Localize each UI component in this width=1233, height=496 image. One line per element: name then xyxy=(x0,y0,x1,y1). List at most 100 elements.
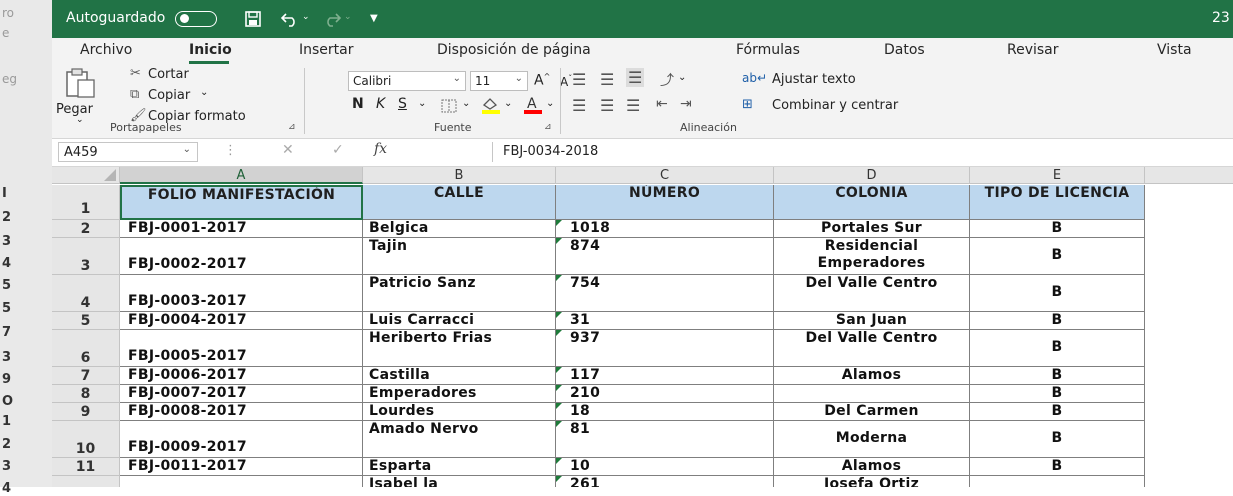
grid-cell-calle[interactable]: Tajin xyxy=(363,238,556,275)
save-icon[interactable] xyxy=(244,10,262,28)
grid-cell-numero[interactable]: 874 xyxy=(556,238,774,275)
borders-icon[interactable] xyxy=(440,98,460,114)
align-right-icon[interactable]: ☰ xyxy=(626,96,640,115)
grid-cell-folio[interactable]: FBJ-0007-2017 xyxy=(120,385,363,403)
grid-cell-colonia[interactable]: Alamos xyxy=(774,458,970,476)
grid-cell-numero[interactable]: 117 xyxy=(556,367,774,385)
font-size-select[interactable]: 11 ⌄ xyxy=(470,71,528,91)
font-color-icon[interactable]: A xyxy=(522,94,544,116)
grid-cell-colonia[interactable]: Del Valle Centro xyxy=(774,275,970,312)
align-center-icon[interactable]: ☰ xyxy=(600,96,614,115)
grid-cell-calle[interactable]: Patricio Sanz xyxy=(363,275,556,312)
header-cell[interactable]: NÚMERO xyxy=(556,185,774,220)
grid-cell-colonia[interactable]: Alamos xyxy=(774,367,970,385)
grid-cell-numero[interactable]: 31 xyxy=(556,312,774,330)
autosave-toggle[interactable] xyxy=(175,11,217,27)
row-header[interactable]: 11 xyxy=(52,458,120,476)
row-header[interactable]: 2 xyxy=(52,220,120,238)
grid-cell-numero[interactable]: 81 xyxy=(556,421,774,458)
grid-cell-colonia[interactable]: Josefa Ortiz xyxy=(774,476,970,487)
grid-cell-numero[interactable]: 210 xyxy=(556,385,774,403)
row-header[interactable]: 1 xyxy=(52,185,120,220)
tab-inicio[interactable]: Inicio xyxy=(189,42,232,58)
grid-cell-calle[interactable]: Amado Nervo xyxy=(363,421,556,458)
grid-cell-colonia[interactable]: San Juan xyxy=(774,312,970,330)
header-cell[interactable]: TIPO DE LICENCIA xyxy=(970,185,1145,220)
column-header-c[interactable]: C xyxy=(556,167,774,184)
grid-cell-tipo[interactable]: B xyxy=(970,403,1145,421)
grid-cell-colonia[interactable] xyxy=(774,385,970,403)
grid-cell-numero[interactable]: 1018 xyxy=(556,220,774,238)
grid-cell-numero[interactable]: 754 xyxy=(556,275,774,312)
cancel-icon[interactable]: ✕ xyxy=(282,142,294,158)
enter-icon[interactable]: ✓ xyxy=(332,142,344,158)
grid-cell-calle[interactable]: Belgica xyxy=(363,220,556,238)
grid-cell-tipo[interactable]: B xyxy=(970,421,1145,458)
grid-cell-folio[interactable]: FBJ-0006-2017 xyxy=(120,367,363,385)
grid-cell-tipo[interactable]: B xyxy=(970,367,1145,385)
align-bottom-icon[interactable]: ☰ xyxy=(626,68,645,87)
grid-cell-colonia[interactable]: Portales Sur xyxy=(774,220,970,238)
row-header[interactable]: 6 xyxy=(52,330,120,367)
grid-cell-calle[interactable]: Isabel la xyxy=(363,476,556,487)
row-header[interactable]: 10 xyxy=(52,421,120,458)
tab-disposicion[interactable]: Disposición de página xyxy=(437,42,591,58)
grid-cell-numero[interactable]: 937 xyxy=(556,330,774,367)
tab-revisar[interactable]: Revisar xyxy=(1007,42,1059,58)
header-cell[interactable]: CALLE xyxy=(363,185,556,220)
row-header[interactable]: 9 xyxy=(52,403,120,421)
fill-color-dropdown-icon[interactable]: ⌄ xyxy=(504,98,512,109)
grid-cell-calle[interactable]: Heriberto Frias xyxy=(363,330,556,367)
column-header-b[interactable]: B xyxy=(363,167,556,184)
grid-cell-folio[interactable] xyxy=(120,476,363,487)
tab-formulas[interactable]: Fórmulas xyxy=(736,42,800,58)
align-top-icon[interactable]: ☰ xyxy=(572,70,586,89)
row-header[interactable]: 3 xyxy=(52,238,120,275)
grid-cell-colonia[interactable]: Del Carmen xyxy=(774,403,970,421)
grid-cell-folio[interactable]: FBJ-0002-2017 xyxy=(120,238,363,275)
fill-color-icon[interactable] xyxy=(480,95,502,115)
font-launcher-icon[interactable]: ⊿ xyxy=(544,122,552,132)
grid-cell-tipo[interactable] xyxy=(970,476,1145,487)
grid-cell-calle[interactable]: Lourdes xyxy=(363,403,556,421)
grid-cell-calle[interactable]: Luis Carracci xyxy=(363,312,556,330)
grid-cell-folio[interactable]: FBJ-0009-2017 xyxy=(120,421,363,458)
grid-cell-folio[interactable]: FBJ-0008-2017 xyxy=(120,403,363,421)
grid-cell-tipo[interactable]: B xyxy=(970,385,1145,403)
grid-cell-tipo[interactable]: B xyxy=(970,312,1145,330)
grid-cell-tipo[interactable]: B xyxy=(970,238,1145,275)
grid-cell-numero[interactable]: 10 xyxy=(556,458,774,476)
row-header[interactable]: 8 xyxy=(52,385,120,403)
font-name-select[interactable]: Calibri ⌄ xyxy=(348,71,466,91)
grid-cell-tipo[interactable]: B xyxy=(970,275,1145,312)
row-header[interactable]: 5 xyxy=(52,312,120,330)
tab-datos[interactable]: Datos xyxy=(884,42,925,58)
grid-cell-colonia[interactable]: Moderna xyxy=(774,421,970,458)
tab-vista[interactable]: Vista xyxy=(1157,42,1192,58)
header-cell[interactable]: FOLIO MANIFESTACIÓN xyxy=(120,185,363,220)
grow-font-icon[interactable]: A^ xyxy=(534,72,550,89)
insert-function-icon[interactable]: fx xyxy=(374,141,387,157)
customize-toolbar-icon[interactable]: ▼ xyxy=(370,13,378,24)
clipboard-launcher-icon[interactable]: ⊿ xyxy=(288,122,296,132)
align-middle-icon[interactable]: ☰ xyxy=(600,70,614,89)
paste-button[interactable]: Pegar ⌄ xyxy=(56,66,116,125)
column-header-e[interactable]: E xyxy=(970,167,1145,184)
orientation-icon[interactable]: ⤴ xyxy=(660,70,674,90)
grid-cell-folio[interactable]: FBJ-0003-2017 xyxy=(120,275,363,312)
formula-input[interactable]: FBJ-0034-2018 xyxy=(492,142,1233,162)
grid-cell-tipo[interactable]: B xyxy=(970,458,1145,476)
name-box[interactable]: A459 ⌄ xyxy=(58,142,198,162)
grid-cell-tipo[interactable]: B xyxy=(970,220,1145,238)
grid-cell-tipo[interactable]: B xyxy=(970,330,1145,367)
italic-button[interactable]: K xyxy=(376,96,385,112)
tab-archivo[interactable]: Archivo xyxy=(80,42,132,58)
row-header[interactable]: 4 xyxy=(52,275,120,312)
redo-icon[interactable] xyxy=(322,11,342,27)
tab-insertar[interactable]: Insertar xyxy=(299,42,354,58)
underline-dropdown-icon[interactable]: ⌄ xyxy=(418,98,426,109)
underline-button[interactable]: S xyxy=(398,96,407,112)
header-cell[interactable]: COLONIA xyxy=(774,185,970,220)
grid-cell-folio[interactable]: FBJ-0004-2017 xyxy=(120,312,363,330)
grid-cell-folio[interactable]: FBJ-0001-2017 xyxy=(120,220,363,238)
